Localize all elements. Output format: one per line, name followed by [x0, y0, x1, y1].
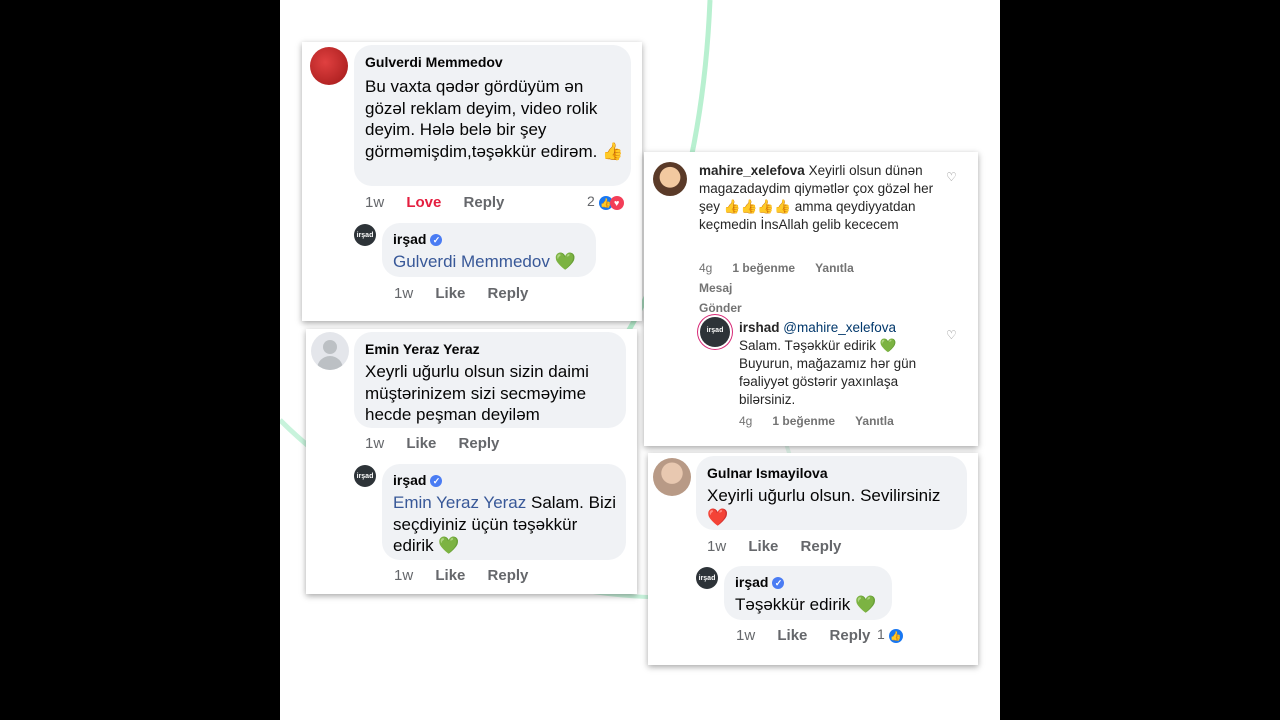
like-reaction-icon: 👍: [888, 629, 903, 643]
brand-avatar[interactable]: irşad: [700, 317, 730, 347]
timestamp: 4g: [699, 261, 713, 275]
timestamp: 4g: [739, 414, 753, 428]
green-heart-emoji: 💚: [554, 252, 576, 271]
reaction-count: 2: [587, 193, 595, 209]
brand-avatar[interactable]: irşad: [696, 567, 718, 589]
verified-badge-icon: ✓: [772, 577, 785, 589]
comment-card-gulnar: Gulnar Ismayilova Xeyirli uğurlu olsun. …: [648, 453, 978, 665]
comment-card-gulverdi: Gulverdi Memmedov Bu vaxta qədər gördüyü…: [302, 42, 642, 321]
reaction-count: 1: [877, 626, 885, 642]
reply-button[interactable]: Reply: [459, 435, 500, 452]
comment-bubble: Gulverdi Memmedov Bu vaxta qədər gördüyü…: [354, 45, 631, 186]
reply-button[interactable]: Yanıtla: [815, 261, 854, 275]
comment-text: mahire_xelefova Xeyirli olsun dünən maga…: [699, 162, 934, 234]
author-name[interactable]: Emin Yeraz Yeraz: [365, 341, 480, 357]
brand-avatar[interactable]: irşad: [354, 465, 376, 487]
mention-link[interactable]: Gulverdi Memmedov: [393, 252, 550, 271]
default-user-icon: [323, 340, 337, 354]
red-heart-emoji: ❤️: [707, 507, 729, 527]
avatar[interactable]: [653, 458, 691, 496]
comment-actions: 4g 1 beğenme Yanıtla Mesaj Gönder: [699, 258, 939, 318]
brand-avatar[interactable]: irşad: [354, 224, 376, 246]
reaction-summary[interactable]: 1 👍: [877, 626, 903, 643]
timestamp: 1w: [707, 538, 727, 555]
like-button[interactable]: Like: [777, 627, 807, 644]
author-name[interactable]: Gulverdi Memmedov: [365, 54, 503, 70]
reply-text: Təşəkkür edirik: [735, 595, 851, 614]
like-heart-icon[interactable]: ♡: [946, 170, 957, 184]
love-button[interactable]: Love: [406, 194, 441, 211]
reply-button[interactable]: Reply: [488, 567, 529, 584]
like-button[interactable]: Like: [435, 285, 465, 302]
reply-bubble: irşad ✓ Təşəkkür edirik 💚: [724, 566, 892, 620]
comment-text: Xeyrli uğurlu olsun sizin daimi müştərin…: [365, 362, 589, 424]
reply-author-name[interactable]: irshad: [739, 320, 780, 335]
timestamp: 1w: [736, 627, 756, 644]
comment-bubble: Emin Yeraz Yeraz Xeyrli uğurlu olsun siz…: [354, 332, 626, 428]
comment-actions: 1w Like Reply: [365, 435, 517, 452]
reply-text: irshad @mahire_xelefova Salam. Təşəkkür …: [739, 319, 939, 409]
timestamp: 1w: [394, 285, 414, 302]
comment-actions: 1w Like Reply: [707, 538, 859, 555]
reply-actions: 1w Like Reply: [736, 627, 888, 644]
timestamp: 1w: [365, 194, 385, 211]
reply-button[interactable]: Reply: [488, 285, 529, 302]
thumbs-up-emoji: 👍: [602, 141, 624, 161]
author-name[interactable]: Gulnar Ismayilova: [707, 465, 828, 481]
comment-card-mahire: mahire_xelefova Xeyirli olsun dünən maga…: [644, 152, 978, 446]
avatar[interactable]: [653, 162, 687, 196]
like-button[interactable]: Like: [435, 567, 465, 584]
comment-text: Xeyirli uğurlu olsun. Sevilirsiniz ❤️: [707, 485, 957, 528]
like-button[interactable]: Like: [748, 538, 778, 555]
mention-link[interactable]: @mahire_xelefova: [783, 320, 896, 335]
reply-bubble: irşad ✓ Gulverdi Memmedov 💚: [382, 223, 596, 277]
reply-author-name[interactable]: irşad: [393, 231, 426, 247]
avatar[interactable]: [310, 47, 348, 85]
reply-button[interactable]: Reply: [801, 538, 842, 555]
reaction-summary[interactable]: 2 👍 ♥: [587, 193, 624, 210]
likes-count[interactable]: 1 beğenme: [772, 414, 835, 428]
reply-author-name[interactable]: irşad: [393, 472, 426, 488]
likes-count[interactable]: 1 beğenme: [732, 261, 795, 275]
comment-body: Xeyirli uğurlu olsun. Sevilirsiniz: [707, 486, 941, 505]
author-name[interactable]: mahire_xelefova: [699, 163, 805, 178]
collage-canvas: Gulverdi Memmedov Bu vaxta qədər gördüyü…: [280, 0, 1000, 720]
timestamp: 1w: [365, 435, 385, 452]
comment-actions: 1w Love Reply: [365, 194, 522, 211]
verified-badge-icon: ✓: [430, 475, 443, 487]
comment-card-emin: Emin Yeraz Yeraz Xeyrli uğurlu olsun siz…: [306, 329, 637, 594]
reply-button[interactable]: Reply: [830, 627, 871, 644]
send-message-button[interactable]: Mesaj Gönder: [699, 278, 749, 318]
love-reaction-icon: ♥: [609, 196, 624, 210]
reply-actions: 1w Like Reply: [394, 567, 546, 584]
comment-body: Bu vaxta qədər gördüyüm ən gözəl reklam …: [365, 77, 598, 161]
verified-badge-icon: ✓: [430, 234, 443, 246]
avatar[interactable]: [311, 332, 349, 370]
timestamp: 1w: [394, 567, 414, 584]
like-button[interactable]: Like: [406, 435, 436, 452]
reply-button[interactable]: Reply: [464, 194, 505, 211]
comment-bubble: Gulnar Ismayilova Xeyirli uğurlu olsun. …: [696, 456, 967, 530]
reply-button[interactable]: Yanıtla: [855, 414, 894, 428]
reply-bubble: irşad ✓ Emin Yeraz Yeraz Salam. Bizi seçd…: [382, 464, 626, 560]
reply-body: Salam. Təşəkkür edirik 💚 Buyurun, mağaza…: [739, 338, 917, 407]
reply-author-name[interactable]: irşad: [735, 574, 768, 590]
comment-text: Bu vaxta qədər gördüyüm ən gözəl reklam …: [365, 76, 625, 162]
mention-link[interactable]: Emin Yeraz Yeraz: [393, 493, 526, 512]
like-heart-icon[interactable]: ♡: [946, 328, 957, 342]
reply-actions: 1w Like Reply: [394, 285, 546, 302]
reply-actions: 4g 1 beğenme Yanıtla: [739, 414, 914, 428]
green-heart-emoji: 💚: [438, 536, 460, 555]
green-heart-emoji: 💚: [855, 595, 877, 614]
